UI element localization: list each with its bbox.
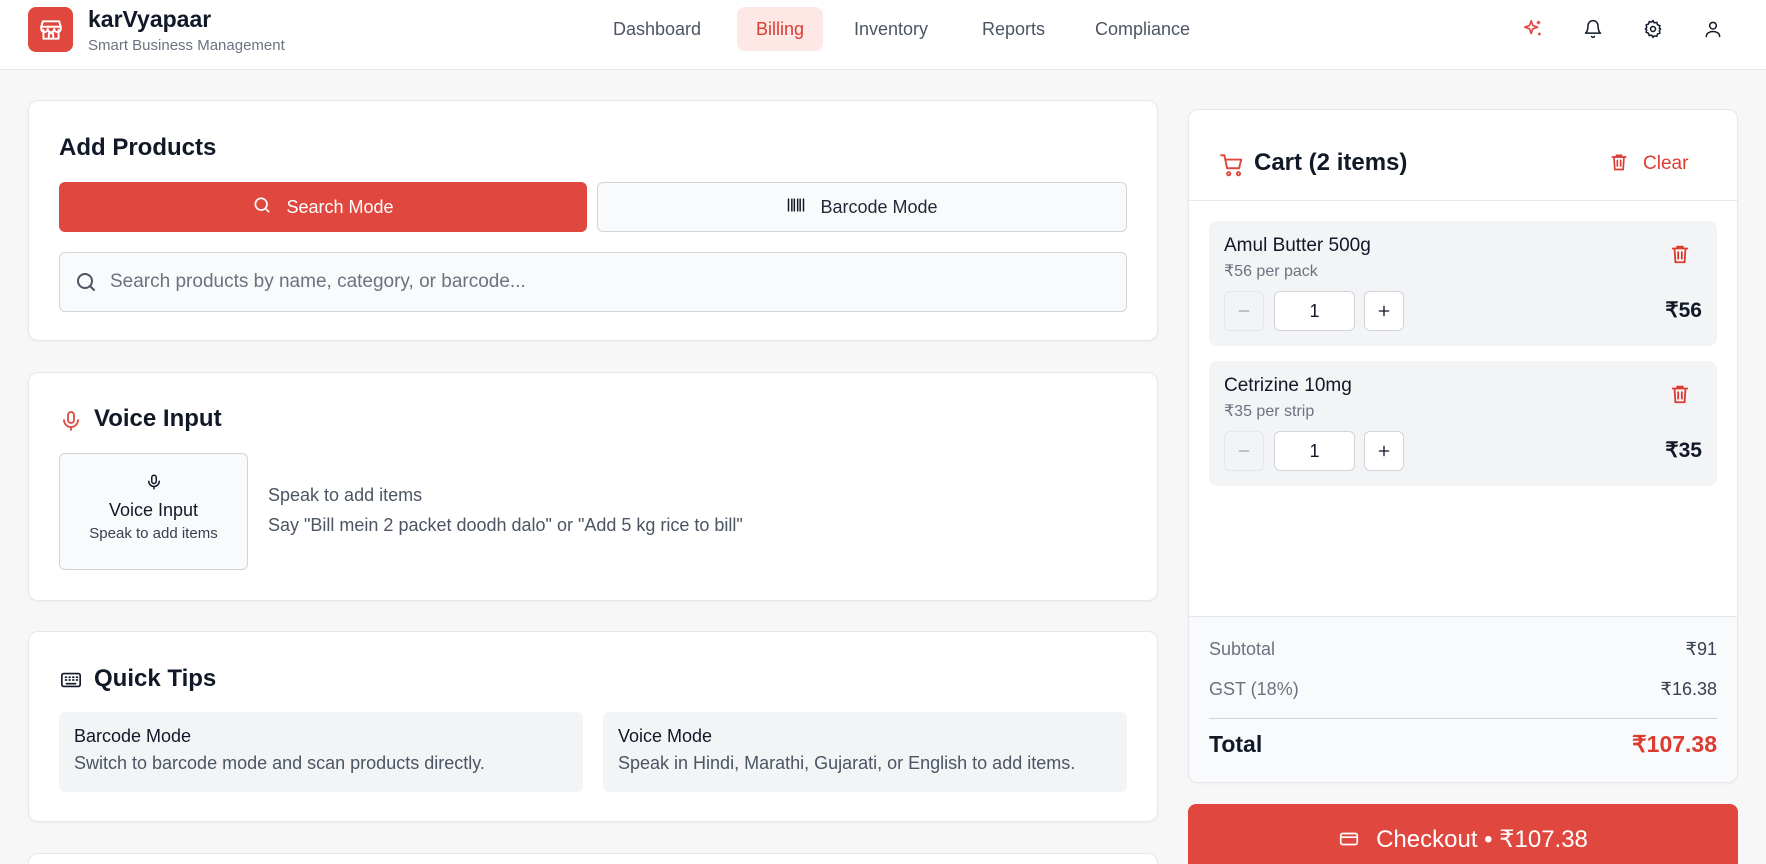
item-name: Cetrizine 10mg — [1224, 375, 1352, 396]
barcode-icon — [786, 195, 806, 220]
minus-icon — [1238, 450, 1250, 452]
decrease-quantity-button[interactable] — [1224, 291, 1264, 331]
minus-icon — [1238, 310, 1250, 312]
tab-dashboard[interactable]: Dashboard — [594, 7, 720, 51]
plus-icon — [1378, 305, 1390, 317]
shopping-cart-icon — [1219, 152, 1245, 183]
item-total: ₹56 — [1665, 299, 1702, 322]
brand-subtitle: Smart Business Management — [88, 37, 285, 54]
plus-icon — [1378, 445, 1390, 457]
trash-icon — [1609, 152, 1629, 177]
store-logo-icon[interactable] — [28, 7, 73, 52]
checkout-button[interactable]: Checkout • ₹107.38 — [1188, 804, 1738, 864]
tab-billing[interactable]: Billing — [737, 7, 824, 51]
search-icon — [74, 270, 98, 294]
cart-item: Amul Butter 500g ₹56 per pack ₹56 — [1209, 221, 1717, 346]
subtotal-label: Subtotal — [1209, 639, 1276, 659]
voice-tile-title: Voice Input — [108, 500, 199, 520]
cart-title: Cart (2 items) — [1254, 149, 1408, 176]
microphone-icon — [59, 408, 83, 439]
subtotal-value: ₹91 — [1685, 639, 1717, 659]
quantity-input[interactable] — [1274, 431, 1355, 471]
total-value: ₹107.38 — [1632, 731, 1717, 757]
add-products-card: Add Products Search Mode Barcode Mode — [28, 100, 1158, 341]
voice-input-button[interactable]: Voice Input Speak to add items — [59, 453, 248, 570]
credit-card-icon — [1338, 828, 1360, 850]
barcode-mode-label: Barcode Mode — [820, 196, 938, 217]
voice-input-title: Voice Input — [94, 405, 222, 432]
tip-description: Switch to barcode mode and scan products… — [74, 753, 485, 773]
gst-label: GST (18%) — [1209, 679, 1299, 699]
tab-compliance[interactable]: Compliance — [1076, 7, 1209, 51]
tip-barcode-mode: Barcode Mode Switch to barcode mode and … — [59, 712, 583, 792]
cart-card: Cart (2 items) Clear Amul Butter 500g ₹5… — [1188, 109, 1738, 783]
decrease-quantity-button[interactable] — [1224, 431, 1264, 471]
quick-tips-card: Quick Tips Barcode Mode Switch to barcod… — [28, 631, 1158, 822]
tip-voice-mode: Voice Mode Speak in Hindi, Marathi, Guja… — [603, 712, 1127, 792]
gear-icon[interactable] — [1640, 16, 1666, 42]
keyboard-icon — [59, 669, 83, 696]
item-name: Amul Butter 500g — [1224, 235, 1371, 256]
increase-quantity-button[interactable] — [1364, 291, 1404, 331]
item-total: ₹35 — [1665, 439, 1702, 462]
tab-reports[interactable]: Reports — [963, 7, 1064, 51]
cart-summary: Subtotal ₹91 GST (18%) ₹16.38 Total ₹107… — [1189, 616, 1737, 782]
checkout-label: Checkout • ₹107.38 — [1376, 825, 1588, 853]
total-label: Total — [1209, 731, 1263, 757]
search-mode-button[interactable]: Search Mode — [59, 182, 587, 232]
search-icon — [252, 195, 272, 220]
tab-inventory[interactable]: Inventory — [835, 7, 947, 51]
clear-cart-button[interactable]: Clear — [1609, 148, 1688, 180]
item-unit-price: ₹56 per pack — [1224, 263, 1318, 280]
brand-name: karVyapaar — [88, 6, 212, 32]
clear-label: Clear — [1643, 153, 1689, 174]
product-search-box[interactable] — [59, 252, 1127, 312]
tip-title: Voice Mode — [618, 726, 713, 746]
microphone-icon — [60, 472, 247, 492]
quick-tips-title: Quick Tips — [94, 665, 217, 692]
search-mode-label: Search Mode — [286, 196, 394, 217]
product-search-input[interactable] — [98, 271, 1126, 293]
top-navigation-bar: karVyapaar Smart Business Management Das… — [0, 0, 1766, 70]
user-icon[interactable] — [1700, 16, 1726, 42]
sparkles-icon[interactable] — [1520, 16, 1546, 42]
next-card-partial — [28, 853, 1158, 864]
trash-icon[interactable] — [1669, 243, 1691, 265]
tip-description: Speak in Hindi, Marathi, Gujarati, or En… — [618, 753, 1076, 773]
divider — [1209, 718, 1717, 719]
quantity-input[interactable] — [1274, 291, 1355, 331]
cart-item: Cetrizine 10mg ₹35 per strip ₹35 — [1209, 361, 1717, 486]
add-products-title: Add Products — [59, 134, 217, 161]
tip-title: Barcode Mode — [74, 726, 192, 746]
increase-quantity-button[interactable] — [1364, 431, 1404, 471]
item-unit-price: ₹35 per strip — [1224, 403, 1315, 420]
bell-icon[interactable] — [1580, 16, 1606, 42]
voice-tile-subtitle: Speak to add items — [89, 525, 218, 542]
divider — [1189, 200, 1737, 201]
voice-hint-title: Speak to add items — [268, 485, 423, 505]
voice-hint-example: Say "Bill mein 2 packet doodh dalo" or "… — [268, 515, 743, 535]
trash-icon[interactable] — [1669, 383, 1691, 405]
gst-value: ₹16.38 — [1660, 679, 1718, 699]
barcode-mode-button[interactable]: Barcode Mode — [597, 182, 1127, 232]
voice-input-card: Voice Input Voice Input Speak to add ite… — [28, 372, 1158, 601]
